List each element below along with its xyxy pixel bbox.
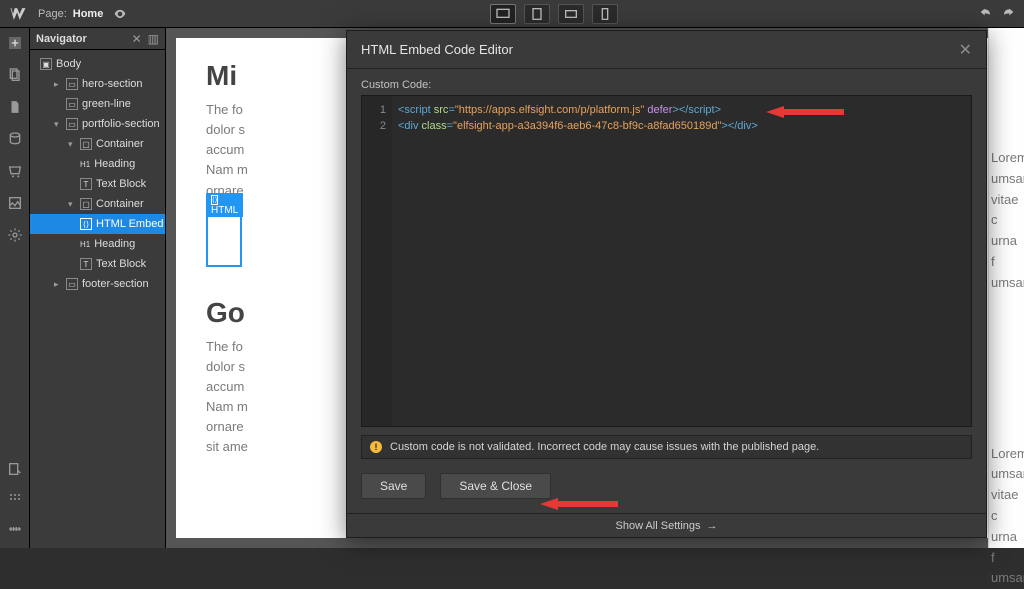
navigator-tree: ▣Body ▸▭hero-section ▭green-line ▾▭portf… [30,50,165,294]
viewport-tablet-button[interactable] [524,4,550,24]
left-rail [0,28,30,548]
navigator-collapse-icon[interactable]: ✕ [132,32,142,46]
settings-icon[interactable] [6,226,24,244]
arrow-right-icon: → [707,520,718,532]
file-icon[interactable] [6,98,24,116]
modal-close-icon[interactable]: ✕ [959,40,972,60]
pages-icon[interactable] [6,66,24,84]
custom-code-label: Custom Code: [347,69,986,95]
viewport-tablet-landscape-button[interactable] [558,4,584,24]
tree-node-footer[interactable]: ▸▭footer-section [30,274,165,294]
tree-node-container-2[interactable]: ▾▢Container [30,194,165,214]
measure-icon[interactable] [6,520,24,538]
add-icon[interactable] [6,34,24,52]
validation-warning: ! Custom code is not validated. Incorrec… [361,435,972,459]
tree-node-hero[interactable]: ▸▭hero-section [30,74,165,94]
warning-icon: ! [370,441,382,453]
show-all-settings-link[interactable]: Show All Settings → [347,513,986,537]
element-tag: ⟨⟩HTML [206,193,243,217]
page-selector[interactable]: Page: Home [38,8,103,20]
tree-node-html-embed[interactable]: ⟨⟩HTML Embed [30,214,165,234]
tree-node-container-1[interactable]: ▾▢Container [30,134,165,154]
webflow-logo-icon[interactable] [8,4,28,24]
tree-node-green[interactable]: ▭green-line [30,94,165,114]
tree-node-textblock-1[interactable]: TText Block [30,174,165,194]
undo-icon[interactable] [978,4,994,23]
annotation-arrow-icon [540,496,618,512]
html-embed-modal: HTML Embed Code Editor ✕ Custom Code: 1 … [346,30,987,538]
viewport-switch [129,4,978,24]
grid-icon[interactable] [6,490,24,508]
modal-title: HTML Embed Code Editor [361,42,513,57]
save-close-button[interactable]: Save & Close [440,473,551,499]
line-gutter: 1 2 [362,96,392,426]
tree-node-portfolio[interactable]: ▾▭portfolio-section [30,114,165,134]
top-bar: Page: Home [0,0,1024,28]
navigator-pin-icon[interactable]: ▥ [148,32,159,46]
assets-icon[interactable] [6,194,24,212]
warning-text: Custom code is not validated. Incorrect … [390,441,819,453]
save-button[interactable]: Save [361,473,426,499]
tree-node-body[interactable]: ▣Body [30,54,165,74]
page-name: Home [73,8,104,20]
selected-html-embed-element[interactable]: ⟨⟩HTML [206,207,242,267]
annotation-arrow-icon [766,104,844,120]
tree-node-heading-1[interactable]: H1Heading [30,154,165,174]
code-content: <script src="https://apps.elfsight.com/p… [392,96,764,426]
tree-node-heading-2[interactable]: H1Heading [30,234,165,254]
redo-icon[interactable] [1000,4,1016,23]
tree-node-textblock-2[interactable]: TText Block [30,254,165,274]
preview-icon[interactable] [111,5,129,23]
page-label: Page: [38,8,67,20]
cms-icon[interactable] [6,130,24,148]
ecommerce-icon[interactable] [6,162,24,180]
navigator-title: Navigator [36,33,87,45]
audit-icon[interactable] [6,460,24,478]
right-overflow-text: Lorem umsar vitae c urna f umsan: Lorem … [988,28,1024,548]
viewport-mobile-button[interactable] [592,4,618,24]
code-editor[interactable]: 1 2 <script src="https://apps.elfsight.c… [361,95,972,427]
viewport-desktop-button[interactable] [490,4,516,24]
navigator-panel: Navigator ✕ ▥ ▣Body ▸▭hero-section ▭gree… [30,28,166,548]
